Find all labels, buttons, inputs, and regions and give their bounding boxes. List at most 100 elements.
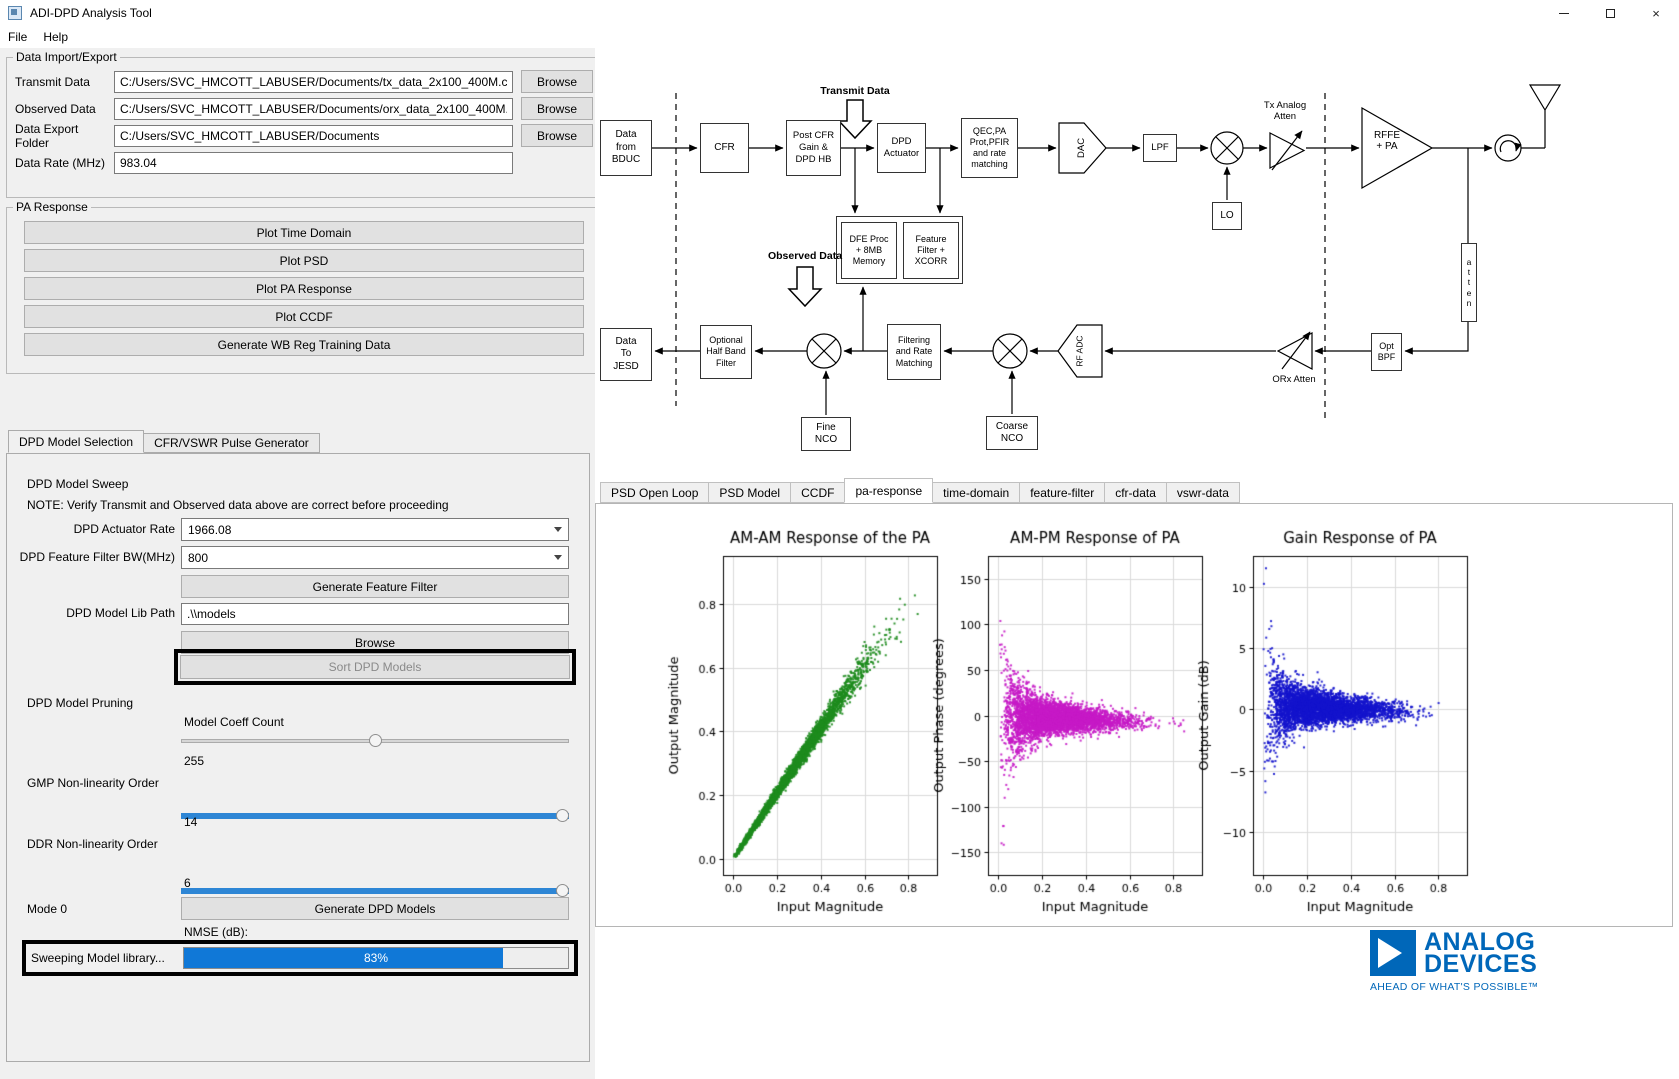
data-export-folder-browse-button[interactable]: Browse bbox=[521, 124, 593, 147]
slider-fill bbox=[181, 813, 569, 819]
diagram-label-tx-analog-atten: Tx Analog Atten bbox=[1245, 100, 1325, 122]
right-panel: Data from BDUC CFR Post CFR Gain & DPD H… bbox=[595, 48, 1679, 1079]
plot-psd-button[interactable]: Plot PSD bbox=[24, 249, 584, 272]
signal-chain-diagram: Data from BDUC CFR Post CFR Gain & DPD H… bbox=[595, 48, 1679, 478]
sweep-progress-bar: 83% bbox=[183, 947, 569, 969]
left-panel: Data Import/Export Transmit Data Browse … bbox=[0, 48, 595, 1079]
titlebar: ADI-DPD Analysis Tool × bbox=[0, 0, 1679, 26]
dpd-actuator-rate-label: DPD Actuator Rate bbox=[15, 522, 175, 536]
diagram-box-data-from-bduc: Data from BDUC bbox=[600, 120, 652, 176]
tab-vswr-data[interactable]: vswr-data bbox=[1166, 482, 1240, 503]
sweeping-model-library-label: Sweeping Model library... bbox=[26, 951, 183, 965]
adi-wordmark: ANALOG DEVICES bbox=[1424, 931, 1537, 975]
observed-data-arrow bbox=[789, 267, 821, 306]
transmit-data-label: Transmit Data bbox=[15, 75, 114, 89]
dpd-model-lib-path-input[interactable] bbox=[181, 603, 569, 625]
diagram-box-dpd-actuator: DPD Actuator bbox=[877, 123, 926, 173]
diagram-box-post-cfr: Post CFR Gain & DPD HB bbox=[786, 120, 841, 176]
generate-dpd-models-button[interactable]: Generate DPD Models bbox=[181, 897, 569, 920]
diagram-label-observed-data: Observed Data bbox=[758, 250, 852, 262]
data-export-folder-label: Data Export Folder bbox=[15, 122, 114, 150]
ddr-order-slider[interactable] bbox=[181, 884, 569, 898]
transmit-data-arrow bbox=[839, 100, 871, 138]
diagram-label-orx-atten: ORx Atten bbox=[1258, 374, 1330, 385]
diagram-box-cfr: CFR bbox=[700, 123, 749, 173]
plot-ccdf-button[interactable]: Plot CCDF bbox=[24, 305, 584, 328]
highlight-frame-progress: Sweeping Model library... 83% bbox=[22, 940, 578, 976]
generate-feature-filter-button[interactable]: Generate Feature Filter bbox=[181, 575, 569, 598]
tab-feature-filter[interactable]: feature-filter bbox=[1019, 482, 1105, 503]
diagram-box-atten: a t t e n bbox=[1461, 243, 1477, 322]
model-coeff-count-slider[interactable] bbox=[181, 734, 569, 748]
diagram-box-opt-bpf: Opt BPF bbox=[1371, 333, 1402, 371]
generate-wb-reg-training-button[interactable]: Generate WB Reg Training Data bbox=[24, 333, 584, 356]
highlight-frame-sort-button: Sort DPD Models bbox=[174, 649, 576, 685]
diagram-box-data-to-jesd: Data To JESD bbox=[600, 328, 652, 381]
transmit-data-input[interactable] bbox=[114, 71, 513, 93]
tab-ccdf[interactable]: CCDF bbox=[790, 482, 845, 503]
tab-time-domain[interactable]: time-domain bbox=[932, 482, 1020, 503]
pa-response-plot-pane bbox=[595, 503, 1673, 927]
pa-response-charts bbox=[596, 504, 1670, 924]
plot-pa-response-button[interactable]: Plot PA Response bbox=[24, 277, 584, 300]
maximize-button[interactable] bbox=[1587, 0, 1633, 26]
diagram-label-dac: DAC bbox=[1059, 123, 1106, 173]
chevron-down-icon bbox=[554, 555, 562, 560]
data-rate-input[interactable] bbox=[114, 152, 513, 174]
app-icon bbox=[8, 6, 22, 20]
mode-label: Mode 0 bbox=[27, 902, 67, 916]
diagram-box-lo: LO bbox=[1212, 202, 1242, 230]
nmse-label: NMSE (dB): bbox=[184, 925, 248, 939]
tab-psd-model[interactable]: PSD Model bbox=[708, 482, 791, 503]
menu-file[interactable]: File bbox=[0, 26, 35, 48]
minimize-button[interactable] bbox=[1541, 0, 1587, 26]
gmp-order-value: 14 bbox=[184, 815, 197, 829]
minimize-icon bbox=[1559, 13, 1569, 14]
sort-dpd-models-button[interactable]: Sort DPD Models bbox=[180, 655, 570, 679]
progress-percent-text: 83% bbox=[184, 951, 568, 965]
menubar: File Help bbox=[0, 26, 1679, 49]
ddr-order-value: 6 bbox=[184, 876, 191, 890]
dpd-actuator-rate-select[interactable]: 1966.08 bbox=[181, 518, 569, 541]
diagram-box-filtering: Filtering and Rate Matching bbox=[887, 324, 941, 380]
tab-cfr-data[interactable]: cfr-data bbox=[1104, 482, 1167, 503]
diagram-label-rffe-pa: RFFE + PA bbox=[1363, 130, 1411, 152]
plot-time-domain-button[interactable]: Plot Time Domain bbox=[24, 221, 584, 244]
diagram-box-feature-filter: Feature Filter + XCORR bbox=[903, 222, 959, 279]
diagram-connections bbox=[595, 48, 1679, 478]
window-title: ADI-DPD Analysis Tool bbox=[30, 6, 152, 20]
model-coeff-count-label: Model Coeff Count bbox=[184, 715, 284, 729]
slider-handle[interactable] bbox=[556, 884, 569, 897]
observed-data-input[interactable] bbox=[114, 98, 513, 120]
diagram-box-fine-nco: Fine NCO bbox=[801, 417, 851, 451]
tab-cfr-vswr-pulse-generator[interactable]: CFR/VSWR Pulse Generator bbox=[143, 433, 320, 453]
dpd-model-sweep-title: DPD Model Sweep bbox=[27, 477, 128, 491]
adi-tagline: AHEAD OF WHAT'S POSSIBLE™ bbox=[1370, 981, 1565, 993]
slider-handle[interactable] bbox=[556, 809, 569, 822]
diagram-box-lpf: LPF bbox=[1143, 134, 1177, 162]
transmit-data-browse-button[interactable]: Browse bbox=[521, 70, 593, 93]
observed-data-browse-button[interactable]: Browse bbox=[521, 97, 593, 120]
ddr-order-label: DDR Non-linearity Order bbox=[27, 837, 158, 851]
diagram-box-coarse-nco: Coarse NCO bbox=[986, 416, 1038, 450]
dpd-feature-filter-bw-label: DPD Feature Filter BW(MHz) bbox=[15, 550, 175, 564]
tab-dpd-model-selection[interactable]: DPD Model Selection bbox=[8, 430, 144, 453]
menu-help[interactable]: Help bbox=[35, 26, 76, 48]
model-coeff-count-value: 255 bbox=[184, 754, 204, 768]
dpd-model-lib-path-label: DPD Model Lib Path bbox=[15, 606, 175, 620]
plot-tabbar: PSD Open Loop PSD Model CCDF pa-response… bbox=[600, 478, 1239, 503]
dpd-feature-filter-bw-value: 800 bbox=[188, 551, 554, 565]
analog-devices-logo: ANALOG DEVICES AHEAD OF WHAT'S POSSIBLE™ bbox=[1370, 930, 1565, 993]
dpd-feature-filter-bw-select[interactable]: 800 bbox=[181, 546, 569, 569]
pa-response-title: PA Response bbox=[13, 200, 91, 214]
data-export-folder-input[interactable] bbox=[114, 125, 513, 147]
pa-response-group: PA Response Plot Time Domain Plot PSD Pl… bbox=[6, 200, 602, 374]
gmp-order-slider[interactable] bbox=[181, 809, 569, 823]
tab-pa-response[interactable]: pa-response bbox=[844, 478, 933, 503]
dpd-model-pruning-title: DPD Model Pruning bbox=[27, 696, 133, 710]
tab-psd-open-loop[interactable]: PSD Open Loop bbox=[600, 482, 709, 503]
slider-handle[interactable] bbox=[369, 734, 382, 747]
diagram-label-rf-adc: RF ADC bbox=[1058, 325, 1102, 377]
close-button[interactable]: × bbox=[1633, 0, 1679, 26]
slider-fill bbox=[181, 888, 569, 894]
